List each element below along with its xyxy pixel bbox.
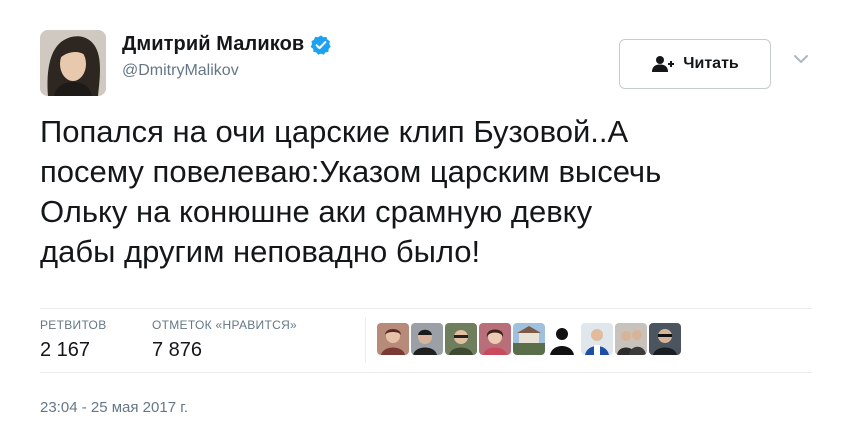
stats-separator xyxy=(365,318,366,362)
follow-person-icon xyxy=(652,56,675,72)
divider xyxy=(40,308,812,309)
tweet-text: Попался на очи царские клип Бузовой..А п… xyxy=(40,112,820,272)
divider xyxy=(40,372,812,373)
follow-button-label: Читать xyxy=(683,55,739,72)
display-name[interactable]: Дмитрий Маликов xyxy=(122,33,304,56)
tweet-text-line: Попался на очи царские клип Бузовой..А xyxy=(40,114,629,149)
liker-avatars xyxy=(377,323,683,355)
liker-avatar[interactable] xyxy=(479,323,511,355)
liker-avatar[interactable] xyxy=(513,323,545,355)
tweet-text-line: дабы другим неповадно было! xyxy=(40,234,481,269)
tweet-text-line: посему повелеваю:Указом царским высечь xyxy=(40,154,662,189)
likes-stat[interactable]: ОТМЕТОК «НРАВИТСЯ» 7 876 xyxy=(152,318,297,362)
liker-avatar[interactable] xyxy=(615,323,647,355)
tweet-text-line: Ольку на конюшне аки срамную девку xyxy=(40,194,593,229)
tweet-card: Дмитрий Маликов @DmitryMalikov Читать По… xyxy=(0,0,850,428)
liker-avatar[interactable] xyxy=(445,323,477,355)
retweets-stat[interactable]: РЕТВИТОВ 2 167 xyxy=(40,318,107,362)
avatar-image xyxy=(40,30,106,96)
timestamp[interactable]: 23:04 - 25 мая 2017 г. xyxy=(40,399,188,416)
retweets-label: РЕТВИТОВ xyxy=(40,318,107,332)
liker-avatar[interactable] xyxy=(649,323,681,355)
liker-avatar[interactable] xyxy=(581,323,613,355)
handle[interactable]: @DmitryMalikov xyxy=(122,62,239,80)
follow-button[interactable]: Читать xyxy=(619,39,771,89)
likes-label: ОТМЕТОК «НРАВИТСЯ» xyxy=(152,318,298,332)
retweets-count: 2 167 xyxy=(40,339,91,361)
chevron-down-icon[interactable] xyxy=(791,52,811,66)
liker-avatar[interactable] xyxy=(547,323,579,355)
liker-avatar[interactable] xyxy=(411,323,443,355)
avatar[interactable] xyxy=(40,30,106,96)
verified-badge-icon xyxy=(310,34,331,55)
likes-count: 7 876 xyxy=(152,339,203,361)
name-row: Дмитрий Маликов xyxy=(122,33,332,56)
liker-avatar[interactable] xyxy=(377,323,409,355)
